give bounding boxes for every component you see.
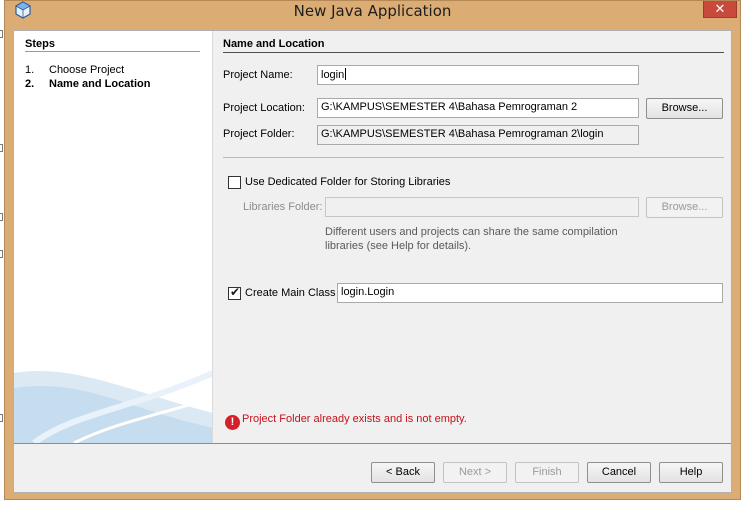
- create-main-class-label[interactable]: Create Main Class: [245, 287, 335, 299]
- window-title: New Java Application: [293, 2, 452, 20]
- project-name-label: Project Name:: [223, 69, 293, 81]
- background-marker: [0, 250, 3, 258]
- create-main-class-checkbox[interactable]: ✔: [228, 285, 241, 300]
- step-name-and-location: 2. Name and Location: [25, 78, 150, 90]
- error-icon: !: [225, 415, 240, 430]
- background-marker: [0, 213, 3, 221]
- step-number: 2.: [25, 78, 35, 90]
- text-caret: [345, 68, 347, 80]
- panel-title: Name and Location: [223, 38, 325, 50]
- main-class-input[interactable]: login.Login: [337, 283, 723, 303]
- libraries-hint-text: Different users and projects can share t…: [325, 226, 618, 252]
- project-folder-field[interactable]: G:\KAMPUS\SEMESTER 4\Bahasa Pemrograman …: [317, 125, 639, 145]
- project-name-value: login: [321, 69, 345, 81]
- steps-title: Steps: [25, 38, 55, 50]
- close-button[interactable]: ✕: [703, 1, 737, 18]
- step-label: Name and Location: [49, 78, 151, 90]
- panel-title-divider: [223, 52, 724, 53]
- checkmark-icon: ✔: [229, 285, 241, 299]
- background-marker: [0, 144, 3, 152]
- background-marker: [0, 414, 3, 422]
- title-bar[interactable]: New Java Application ✕: [5, 1, 740, 21]
- step-choose-project: 1. Choose Project: [25, 64, 124, 76]
- libraries-folder-label: Libraries Folder:: [243, 201, 323, 213]
- project-folder-label: Project Folder:: [223, 128, 295, 140]
- background-marker: [0, 30, 3, 38]
- error-text: Project Folder already exists and is not…: [242, 413, 467, 425]
- back-button[interactable]: < Back: [371, 462, 435, 483]
- dialog-content: Steps 1. Choose Project 2. Name and Locati…: [13, 30, 732, 493]
- dedicated-folder-label[interactable]: Use Dedicated Folder for Storing Librari…: [245, 176, 450, 188]
- project-name-input[interactable]: login: [317, 65, 639, 85]
- project-location-label: Project Location:: [223, 102, 305, 114]
- section-separator: [223, 157, 724, 158]
- cancel-button[interactable]: Cancel: [587, 462, 651, 483]
- new-java-application-dialog: New Java Application ✕ Steps 1. Choose Pr…: [4, 0, 741, 500]
- libraries-folder-input[interactable]: [325, 197, 639, 217]
- error-message: ! Project Folder already exists and is no…: [225, 413, 467, 430]
- steps-panel: Steps 1. Choose Project 2. Name and Locati…: [14, 31, 213, 443]
- step-label: Choose Project: [49, 64, 125, 76]
- help-button[interactable]: Help: [659, 462, 723, 483]
- project-location-input[interactable]: G:\KAMPUS\SEMESTER 4\Bahasa Pemrograman …: [317, 98, 639, 118]
- project-location-browse-button[interactable]: Browse...: [646, 98, 723, 119]
- step-number: 1.: [25, 64, 35, 76]
- footer-divider: [14, 443, 731, 444]
- next-button[interactable]: Next >: [443, 462, 507, 483]
- libraries-folder-browse-button[interactable]: Browse...: [646, 197, 723, 218]
- steps-divider: [25, 51, 200, 52]
- dedicated-folder-checkbox[interactable]: [228, 176, 241, 189]
- finish-button[interactable]: Finish: [515, 462, 579, 483]
- decorative-wave-graphic: [14, 370, 212, 443]
